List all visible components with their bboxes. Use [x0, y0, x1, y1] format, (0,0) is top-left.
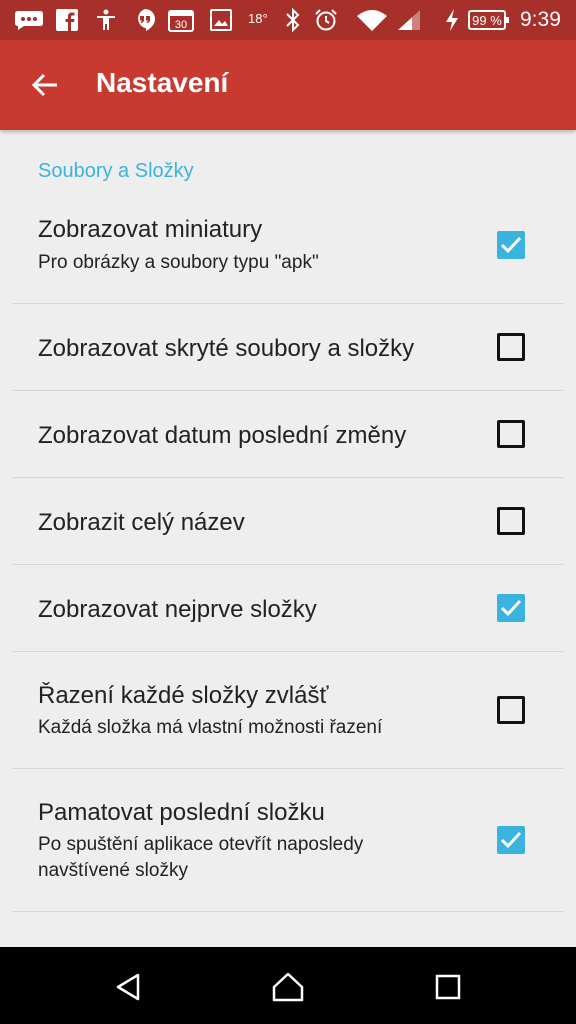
pref-title: Zobrazit celý název — [38, 509, 245, 536]
image-icon — [210, 7, 232, 33]
nav-back-button[interactable] — [106, 965, 150, 1009]
checkbox-unchecked[interactable] — [497, 333, 525, 361]
pref-sort-per-folder[interactable]: Řazení každé složky zvlášť Každá složka … — [0, 652, 576, 768]
navigation-bar — [0, 947, 576, 1024]
pref-title: Řazení každé složky zvlášť — [38, 682, 329, 709]
section-header: Soubory a Složky — [38, 160, 194, 182]
pref-show-modified-date[interactable]: Zobrazovat datum poslední změny — [0, 391, 576, 477]
divider — [13, 911, 563, 912]
pref-title: Zobrazovat skryté soubory a složky — [38, 335, 415, 362]
nav-recents-button[interactable] — [426, 965, 470, 1009]
pref-title: Zobrazovat datum poslední změny — [38, 422, 407, 449]
wifi-icon — [356, 7, 388, 33]
recents-icon — [435, 974, 461, 1000]
pref-folders-first[interactable]: Zobrazovat nejprve složky — [0, 565, 576, 651]
pref-title: Zobrazovat nejprve složky — [38, 596, 317, 623]
signal-icon — [396, 7, 422, 33]
pref-summary: Pro obrázky a soubory typu "apk" — [38, 252, 319, 273]
temperature: 18° — [248, 11, 268, 26]
check-icon — [500, 831, 522, 849]
charging-icon — [444, 7, 460, 33]
clock: 9:39 — [520, 8, 561, 31]
app-bar: Nastavení — [0, 40, 576, 130]
pref-title: Zobrazovat miniatury — [38, 216, 263, 243]
battery-indicator: 99 % — [468, 10, 509, 30]
pref-remember-last-folder[interactable]: Pamatovat poslední složku Po spuštění ap… — [0, 769, 576, 911]
facebook-icon — [56, 7, 78, 33]
pref-show-hidden[interactable]: Zobrazovat skryté soubory a složky — [0, 304, 576, 390]
back-button[interactable] — [20, 60, 70, 110]
check-icon — [500, 236, 522, 254]
pref-summary: Každá složka má vlastní možnosti řazení — [38, 717, 383, 738]
calendar-icon: 30 — [168, 7, 194, 33]
home-icon — [272, 972, 304, 1002]
accessibility-icon — [94, 7, 118, 33]
checkbox-checked[interactable] — [497, 594, 525, 622]
settings-list[interactable]: Soubory a Složky Zobrazovat miniatury Pr… — [0, 130, 576, 947]
checkbox-unchecked[interactable] — [497, 507, 525, 535]
checkbox-checked[interactable] — [497, 231, 525, 259]
alarm-icon — [314, 7, 338, 33]
nav-home-button[interactable] — [266, 965, 310, 1009]
check-icon — [500, 599, 522, 617]
pref-show-thumbnails[interactable]: Zobrazovat miniatury Pro obrázky a soubo… — [0, 202, 576, 304]
status-bar: 30 18° 99 % 9:39 — [0, 0, 576, 40]
hangouts-icon — [134, 7, 156, 33]
checkbox-unchecked[interactable] — [497, 420, 525, 448]
battery-level: 99 % — [472, 12, 502, 28]
checkbox-checked[interactable] — [497, 826, 525, 854]
pref-summary: Po spuštění aplikace otevřít naposledy n… — [38, 834, 364, 881]
calendar-day: 30 — [175, 19, 187, 31]
page-title: Nastavení — [96, 67, 229, 98]
checkbox-unchecked[interactable] — [497, 696, 525, 724]
back-triangle-icon — [116, 973, 140, 1001]
pref-show-full-name[interactable]: Zobrazit celý název — [0, 478, 576, 564]
bluetooth-icon — [284, 7, 302, 33]
arrow-back-icon — [31, 73, 57, 97]
messenger-icon — [14, 7, 44, 33]
pref-title: Pamatovat poslední složku — [38, 799, 325, 826]
